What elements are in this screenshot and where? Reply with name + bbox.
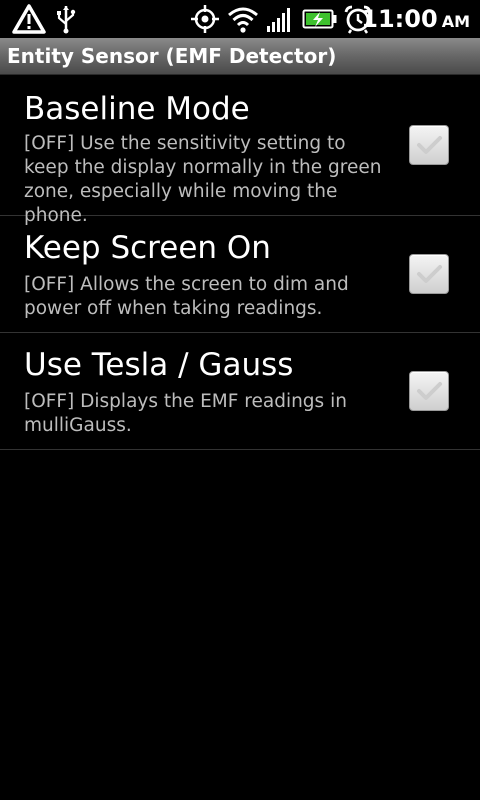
keep-screen-on-checkbox[interactable] bbox=[409, 254, 449, 294]
app-title: Entity Sensor (EMF Detector) bbox=[7, 44, 337, 68]
battery-charging-icon bbox=[302, 9, 337, 29]
setting-title: Use Tesla / Gauss bbox=[24, 347, 294, 383]
use-tesla-gauss-checkbox[interactable] bbox=[409, 371, 449, 411]
signal-icon bbox=[267, 8, 290, 32]
settings-list: Baseline Mode [OFF] Use the sensitivity … bbox=[0, 75, 480, 450]
baseline-mode-checkbox[interactable] bbox=[409, 125, 449, 165]
status-time: 11:00 AM bbox=[361, 3, 470, 35]
warning-icon bbox=[12, 4, 46, 34]
setting-use-tesla-gauss[interactable]: Use Tesla / Gauss [OFF] Displays the EMF… bbox=[0, 333, 480, 450]
status-time-clock: 11:00 bbox=[361, 5, 438, 33]
setting-baseline-mode[interactable]: Baseline Mode [OFF] Use the sensitivity … bbox=[0, 75, 480, 226]
status-time-ampm: AM bbox=[441, 12, 470, 31]
setting-title: Keep Screen On bbox=[24, 230, 271, 266]
checkmark-icon bbox=[417, 136, 442, 154]
checkmark-icon bbox=[417, 382, 442, 400]
setting-summary: [OFF] Displays the EMF readings in mulli… bbox=[24, 391, 347, 436]
setting-summary: [OFF] Allows the screen to dim and power… bbox=[24, 274, 349, 319]
setting-keep-screen-on[interactable]: Keep Screen On [OFF] Allows the screen t… bbox=[0, 216, 480, 333]
checkmark-icon bbox=[417, 265, 442, 283]
title-bar: Entity Sensor (EMF Detector) bbox=[0, 38, 480, 75]
setting-title: Baseline Mode bbox=[24, 91, 250, 127]
status-bar: 11:00 AM bbox=[0, 0, 480, 38]
setting-summary: [OFF] Use the sensitivity setting to kee… bbox=[24, 133, 382, 226]
wifi-icon bbox=[228, 7, 258, 33]
gps-icon bbox=[191, 5, 219, 33]
usb-icon bbox=[57, 6, 76, 34]
